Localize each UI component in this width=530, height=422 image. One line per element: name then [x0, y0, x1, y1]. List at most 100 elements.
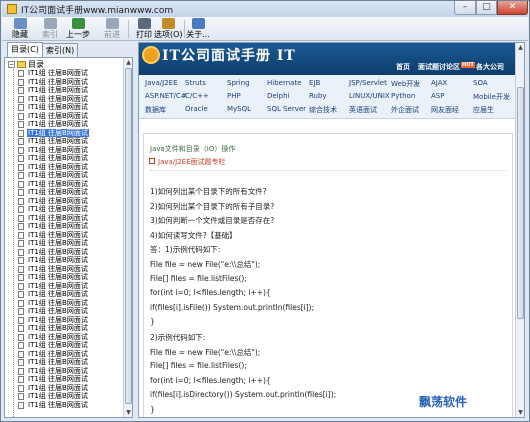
tree-item[interactable]: IT1组 往届B网面试	[5, 265, 123, 274]
tree-item-label: IT1组 往届B网面试	[28, 315, 88, 324]
tree-item[interactable]: IT1组 往届B网面试	[5, 128, 123, 138]
tree-item[interactable]: IT1组 往届B网面试	[5, 316, 123, 325]
category-link[interactable]: ASP	[431, 92, 444, 100]
tree-root-node[interactable]: − 目录	[5, 60, 123, 69]
category-link[interactable]: 英语面试	[349, 105, 377, 115]
category-link[interactable]: Struts	[185, 79, 206, 87]
scroll-up-arrow-icon[interactable]: ▲	[124, 58, 132, 67]
tree-item[interactable]: IT1组 往届B网面试	[5, 392, 123, 401]
category-link[interactable]: Web开发	[391, 79, 420, 89]
content-scrollbar[interactable]: ▲ ▼	[515, 43, 524, 417]
tree-item[interactable]: IT1组 往届B网面试	[5, 188, 123, 197]
category-link[interactable]: Delphi	[267, 92, 289, 100]
tree-item[interactable]: IT1组 往届B网面试	[5, 146, 123, 155]
tree-item[interactable]: IT1组 往届B网面试	[5, 137, 123, 146]
category-link[interactable]: Mobile开发	[473, 92, 510, 102]
tree-item[interactable]: IT1组 往届B网面试	[5, 231, 123, 240]
tree-item[interactable]: IT1组 往届B网面试	[5, 290, 123, 299]
tree-item[interactable]: IT1组 往届B网面试	[5, 197, 123, 206]
category-link[interactable]: Python	[391, 92, 415, 100]
category-link[interactable]: C/C++	[185, 92, 209, 100]
minimize-button[interactable]: –	[454, 1, 476, 15]
nav-link-companies[interactable]: 各大公司	[476, 62, 504, 72]
tree-item[interactable]: IT1组 往届B网面试	[5, 163, 123, 172]
tree-item[interactable]: IT1组 往届B网面试	[5, 112, 123, 121]
category-link[interactable]: 数据库	[145, 105, 166, 115]
tree-item[interactable]: IT1组 往届B网面试	[5, 299, 123, 308]
toolbar-button-2[interactable]: 上一步	[64, 18, 92, 40]
category-link[interactable]: SOA	[473, 79, 488, 87]
nav-link-forum[interactable]: 面试题讨论区 HOT	[418, 62, 475, 72]
tree-item[interactable]: IT1组 往届B网面试	[5, 350, 123, 359]
article-line: if(files[i].isDirectory()) System.out.pr…	[150, 390, 337, 400]
document-icon	[18, 248, 24, 256]
category-link[interactable]: 网友面经	[431, 105, 459, 115]
tree-item[interactable]: IT1组 往届B网面试	[5, 307, 123, 316]
tree-item[interactable]: IT1组 往届B网面试	[5, 120, 123, 129]
category-link[interactable]: 综合技术	[309, 105, 337, 115]
content-scroll-thumb[interactable]	[517, 87, 524, 319]
tree-item[interactable]: IT1组 往届B网面试	[5, 239, 123, 248]
tree-item[interactable]: IT1组 往届B网面试	[5, 69, 123, 78]
category-link[interactable]: Java/J2EE	[145, 79, 178, 87]
tree-item[interactable]: IT1组 往届B网面试	[5, 367, 123, 376]
tree-item[interactable]: IT1组 往届B网面试	[5, 273, 123, 282]
collapse-icon[interactable]: −	[8, 61, 15, 68]
tab-contents[interactable]: 目录(C)	[7, 42, 43, 57]
toolbar-button-1[interactable]: 索引	[36, 18, 64, 40]
tree-item[interactable]: IT1组 往届B网面试	[5, 256, 123, 265]
category-link[interactable]: PHP	[227, 92, 241, 100]
tree-item[interactable]: IT1组 往届B网面试	[5, 222, 123, 231]
maximize-button[interactable]: □	[476, 1, 497, 15]
category-link[interactable]: MySQL	[227, 105, 251, 113]
category-link[interactable]: JSP/Servlet	[349, 79, 387, 87]
category-link[interactable]: 应届生	[473, 105, 494, 115]
title-bar[interactable]: IT公司面试手册www.mianwww.com – □ ✕	[2, 1, 528, 17]
category-link[interactable]: Spring	[227, 79, 250, 87]
tree-item[interactable]: IT1组 往届B网面试	[5, 282, 123, 291]
tree-item[interactable]: IT1组 往届B网面试	[5, 154, 123, 163]
tree-item[interactable]: IT1组 往届B网面试	[5, 324, 123, 333]
category-link[interactable]: AJAX	[431, 79, 447, 87]
tree-item[interactable]: IT1组 往届B网面试	[5, 358, 123, 367]
toolbar-button-6[interactable]: 关于...	[184, 18, 212, 40]
article-line: if(files[i].isFile()) System.out.println…	[150, 302, 315, 312]
category-link[interactable]: ASP.NET/C#	[145, 92, 187, 100]
category-link[interactable]: Hibernate	[267, 79, 302, 87]
scroll-down-arrow-icon[interactable]: ▼	[516, 408, 524, 417]
tree-item[interactable]: IT1组 往届B网面试	[5, 205, 123, 214]
tab-index[interactable]: 索引(N)	[42, 43, 79, 57]
tree-scrollbar[interactable]: ▲ ▼	[123, 58, 132, 417]
category-link[interactable]: 外企面试	[391, 105, 419, 115]
category-link[interactable]: EJB	[309, 79, 320, 87]
tree-item[interactable]: IT1组 往届B网面试	[5, 341, 123, 350]
tree-scroll-thumb[interactable]	[125, 68, 132, 404]
category-link[interactable]: Ruby	[309, 92, 327, 100]
tree-item[interactable]: IT1组 往届B网面试	[5, 333, 123, 342]
tree-item[interactable]: IT1组 往届B网面试	[5, 171, 123, 180]
tree-item[interactable]: IT1组 往届B网面试	[5, 86, 123, 95]
document-icon	[18, 231, 24, 239]
nav-link-home[interactable]: 首页	[396, 62, 410, 72]
tree-item[interactable]: IT1组 往届B网面试	[5, 384, 123, 393]
scroll-down-arrow-icon[interactable]: ▼	[124, 408, 132, 417]
tree-item[interactable]: IT1组 往届B网面试	[5, 78, 123, 87]
toolbar-button-5[interactable]: 选项(O)	[154, 18, 183, 40]
tree-item-label: IT1组 往届B网面试	[27, 128, 89, 137]
category-link[interactable]: LINUX/UNIX	[349, 92, 390, 100]
tree-item[interactable]: IT1组 往届B网面试	[5, 95, 123, 104]
tree-item[interactable]: IT1组 往届B网面试	[5, 180, 123, 189]
tree-item[interactable]: IT1组 往届B网面试	[5, 214, 123, 223]
article-line: for(int i=0; i<files.length; i++){	[150, 375, 271, 385]
category-link[interactable]: Oracle	[185, 105, 208, 113]
scroll-up-arrow-icon[interactable]: ▲	[516, 43, 524, 52]
tree-item[interactable]: IT1组 往届B网面试	[5, 375, 123, 384]
toolbar-button-0[interactable]: 隐藏	[6, 18, 34, 40]
tree-item[interactable]: IT1组 往届B网面试	[5, 401, 123, 410]
category-link[interactable]: SQL Server	[267, 105, 306, 113]
toolbar-button-3[interactable]: 前进	[98, 18, 126, 40]
tree-item[interactable]: IT1组 往届B网面试	[5, 248, 123, 257]
tree-item[interactable]: IT1组 往届B网面试	[5, 103, 123, 112]
close-button[interactable]: ✕	[497, 1, 528, 15]
article-category-link[interactable]: Java/J2EE面试题专栏	[158, 157, 226, 167]
